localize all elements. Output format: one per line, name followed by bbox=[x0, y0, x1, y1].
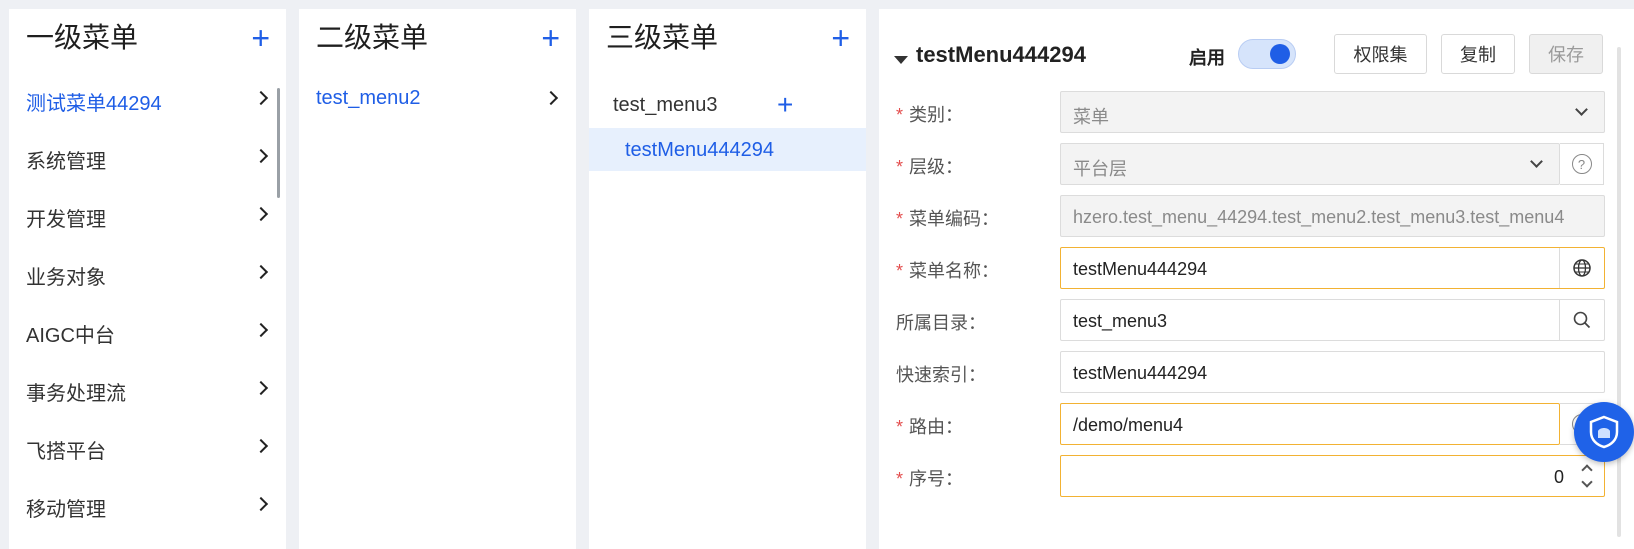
search-icon bbox=[1573, 311, 1591, 329]
chevron-right-icon bbox=[253, 206, 269, 222]
field-code: * 菜单编码： hzero.test_menu_44294.test_menu2.… bbox=[896, 195, 1616, 239]
level1-title: 一级菜单 bbox=[26, 22, 139, 53]
chevron-right-icon bbox=[253, 322, 269, 338]
assistant-floating-button[interactable] bbox=[1574, 402, 1634, 462]
translate-button[interactable] bbox=[1559, 248, 1604, 288]
level1-item[interactable]: 测试菜单44294 bbox=[9, 71, 286, 131]
add-level3-button[interactable]: + bbox=[831, 22, 850, 54]
enable-toggle[interactable] bbox=[1238, 39, 1296, 69]
level1-item[interactable]: 系统管理 bbox=[9, 129, 286, 189]
field-parent: 所属目录： test_menu3 bbox=[896, 299, 1616, 343]
save-button[interactable]: 保存 bbox=[1529, 34, 1603, 74]
parent-directory-lookup[interactable]: test_menu3 bbox=[1060, 299, 1605, 341]
level1-item[interactable]: AIGC中台 bbox=[9, 303, 286, 363]
toggle-knob bbox=[1270, 44, 1290, 64]
level2-title: 二级菜单 bbox=[316, 22, 429, 53]
stepper-down-icon[interactable] bbox=[1581, 476, 1593, 488]
level-help[interactable]: ? bbox=[1560, 143, 1604, 185]
chevron-right-icon bbox=[253, 496, 269, 512]
route-input[interactable]: /demo/menu4 bbox=[1060, 403, 1560, 445]
level3-menu-panel: 三级菜单 + test_menu3 + testMenu444294 bbox=[589, 9, 866, 549]
chevron-right-icon bbox=[253, 438, 269, 454]
level1-item[interactable]: 业务对象 bbox=[9, 245, 286, 305]
globe-icon bbox=[1573, 259, 1591, 277]
detail-title: testMenu444294 bbox=[916, 42, 1086, 67]
level3-group-label[interactable]: test_menu3 bbox=[613, 94, 718, 117]
copy-button[interactable]: 复制 bbox=[1441, 34, 1515, 74]
number-stepper[interactable] bbox=[1580, 458, 1594, 494]
menu-detail-panel: testMenu444294 启用 权限集 复制 保存 * 类别： 菜单 * 层级：… bbox=[879, 9, 1634, 549]
permission-set-button[interactable]: 权限集 bbox=[1334, 34, 1427, 74]
quick-index-input[interactable]: testMenu444294 bbox=[1060, 351, 1605, 393]
order-number-input[interactable]: 0 bbox=[1060, 455, 1605, 497]
level1-header: 一级菜单 + bbox=[9, 9, 286, 71]
level1-item[interactable]: 移动管理 bbox=[9, 477, 286, 537]
chevron-right-icon bbox=[253, 148, 269, 164]
field-level: * 层级： 平台层 ? bbox=[896, 143, 1616, 187]
level3-header: 三级菜单 + bbox=[589, 9, 866, 71]
level3-selected-item[interactable]: testMenu444294 bbox=[589, 128, 866, 171]
level3-title: 三级菜单 bbox=[606, 22, 719, 53]
level1-menu-panel: 一级菜单 + 测试菜单44294 系统管理 开发管理 业务对象 AIGC中台 事… bbox=[9, 9, 286, 549]
level2-item[interactable]: test_menu2 bbox=[299, 71, 576, 131]
chevron-right-icon bbox=[253, 90, 269, 106]
level-select[interactable]: 平台层 bbox=[1060, 143, 1560, 185]
chevron-right-icon bbox=[543, 90, 559, 106]
chevron-right-icon bbox=[253, 380, 269, 396]
menu-code-input[interactable]: hzero.test_menu_44294.test_menu2.test_me… bbox=[1060, 195, 1605, 237]
menu-name-input[interactable]: testMenu444294 bbox=[1060, 247, 1605, 289]
level1-item[interactable]: 飞搭平台 bbox=[9, 419, 286, 479]
chevron-down-icon bbox=[1530, 155, 1543, 168]
level1-item[interactable]: 开发管理 bbox=[9, 187, 286, 247]
chevron-right-icon bbox=[253, 264, 269, 280]
help-icon: ? bbox=[1571, 154, 1592, 174]
level2-menu-panel: 二级菜单 + test_menu2 bbox=[299, 9, 576, 549]
collapse-caret-icon[interactable] bbox=[894, 56, 908, 64]
field-quick-index: 快速索引： testMenu444294 bbox=[896, 351, 1616, 395]
add-level2-button[interactable]: + bbox=[541, 22, 560, 54]
chevron-down-icon bbox=[1575, 103, 1588, 116]
field-category: * 类别： 菜单 bbox=[896, 91, 1616, 135]
detail-scrollbar[interactable] bbox=[1617, 47, 1621, 537]
add-level1-button[interactable]: + bbox=[251, 22, 270, 54]
field-name: * 菜单名称： testMenu444294 bbox=[896, 247, 1616, 291]
field-route: *路由： /demo/menu4 ? bbox=[896, 403, 1616, 447]
enable-label: 启用 bbox=[1189, 48, 1225, 68]
level1-item[interactable]: 事务处理流 bbox=[9, 361, 286, 421]
field-order: * 序号： 0 bbox=[896, 455, 1616, 499]
category-select[interactable]: 菜单 bbox=[1060, 91, 1605, 133]
stepper-up-icon[interactable] bbox=[1581, 464, 1593, 476]
add-level4-button[interactable]: + bbox=[777, 91, 793, 119]
level2-header: 二级菜单 + bbox=[299, 9, 576, 71]
level1-scrollbar[interactable] bbox=[277, 88, 280, 198]
shield-icon bbox=[1589, 415, 1619, 449]
search-button[interactable] bbox=[1559, 300, 1604, 340]
